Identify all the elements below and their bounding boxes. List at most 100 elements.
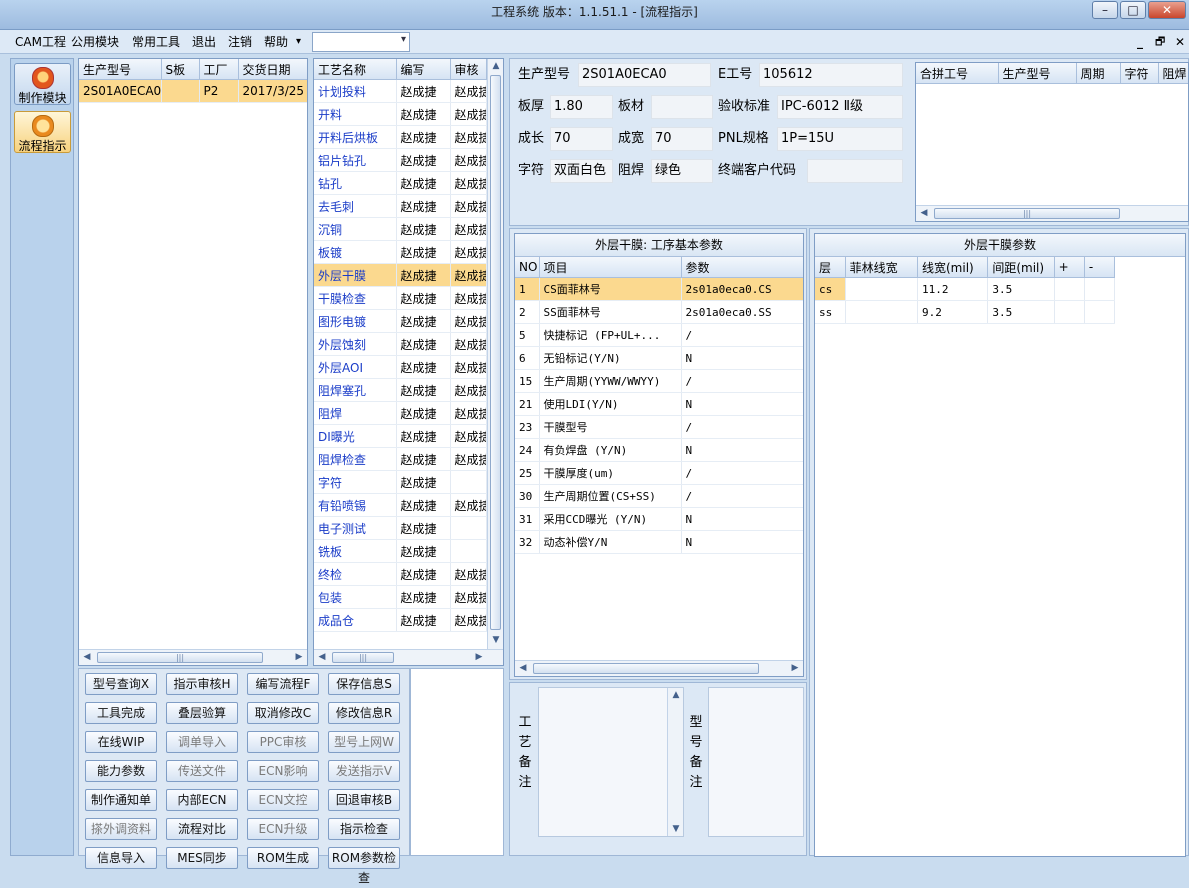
column-header[interactable]: 生产型号	[79, 59, 162, 80]
table-cell[interactable]: N	[681, 530, 803, 554]
scroll-right-icon[interactable]: ▶	[471, 650, 487, 664]
table-row[interactable]: 开料后烘板赵成捷赵成捷	[314, 125, 487, 149]
mdi-minimize-button[interactable]: _	[1134, 30, 1146, 54]
table-row[interactable]: ss 9.2 3.5	[815, 300, 1116, 324]
table-row[interactable]: 1 CS面菲林号 2s01a0eca0.CS	[515, 277, 803, 301]
scroll-down-icon[interactable]: ▼	[488, 633, 503, 647]
column-header[interactable]: +	[1054, 257, 1085, 278]
scroll-left-icon[interactable]: ◀	[314, 650, 330, 664]
action-button[interactable]: 信息导入	[85, 847, 157, 869]
column-header[interactable]: 项目	[539, 257, 682, 278]
table-cell[interactable]	[845, 277, 919, 301]
action-button[interactable]: ECN升级	[247, 818, 319, 840]
table-row[interactable]: 成品仓赵成捷赵成捷	[314, 608, 487, 632]
action-button[interactable]: ROM参数检查	[328, 847, 400, 885]
menu-exit[interactable]: 退出	[189, 30, 219, 54]
scroll-thumb[interactable]	[533, 663, 759, 674]
table-row[interactable]: 阻焊赵成捷赵成捷	[314, 401, 487, 425]
action-button[interactable]: ROM生成	[247, 847, 319, 869]
table-row[interactable]: 计划投料赵成捷赵成捷	[314, 79, 487, 103]
action-button[interactable]: PPC审核	[247, 731, 319, 753]
mdi-restore-button[interactable]: 🗗	[1152, 30, 1168, 54]
column-header[interactable]: 阻焊	[1158, 63, 1188, 84]
scroll-up-icon[interactable]: ▲	[488, 59, 503, 73]
table-row[interactable]: 2 SS面菲林号 2s01a0eca0.SS	[515, 300, 803, 324]
thickness-field[interactable]: 1.80	[550, 95, 613, 119]
table-row[interactable]: 外层干膜赵成捷赵成捷	[314, 263, 487, 287]
table-cell[interactable]: 2s01a0eca0.SS	[681, 300, 803, 324]
table-row[interactable]: 外层AOI赵成捷赵成捷	[314, 355, 487, 379]
table-row[interactable]: cs 11.2 3.5	[815, 277, 1116, 301]
action-button[interactable]: 叠层验算	[166, 702, 238, 724]
table-row[interactable]: 终检赵成捷赵成捷	[314, 562, 487, 586]
action-button[interactable]: 能力参数	[85, 760, 157, 782]
action-button[interactable]: 修改信息R	[328, 702, 400, 724]
nav-process-instruction[interactable]: 流程指示	[14, 111, 71, 153]
table-row[interactable]: 板镀赵成捷赵成捷	[314, 240, 487, 264]
table-cell[interactable]	[1084, 277, 1116, 301]
table-cell[interactable]: N	[681, 507, 803, 531]
menu-logout[interactable]: 注销	[225, 30, 255, 54]
table-row[interactable]: 字符 赵成捷	[314, 470, 487, 494]
table-row[interactable]: 30 生产周期位置(CS+SS) /	[515, 484, 803, 508]
scroll-left-icon[interactable]: ◀	[79, 650, 95, 664]
column-header[interactable]: -	[1084, 257, 1116, 278]
action-button[interactable]: 编写流程F	[247, 673, 319, 695]
column-header[interactable]: 审核	[450, 59, 487, 80]
table-row[interactable]: 6 无铅标记(Y/N) N	[515, 346, 803, 370]
table-row[interactable]: 开料赵成捷赵成捷	[314, 102, 487, 126]
table-row[interactable]: 24 有负焊盘 (Y/N) N	[515, 438, 803, 462]
action-button[interactable]: 传送文件	[166, 760, 238, 782]
table-row[interactable]: DI曝光赵成捷赵成捷	[314, 424, 487, 448]
scroll-thumb[interactable]: |||	[97, 652, 263, 663]
action-button[interactable]: 搽外调资料	[85, 818, 157, 840]
action-button[interactable]: 制作通知单	[85, 789, 157, 811]
table-row[interactable]: 有铅喷锡赵成捷赵成捷	[314, 493, 487, 517]
column-header[interactable]: 生产型号	[998, 63, 1077, 84]
minimize-button[interactable]: –	[1092, 1, 1118, 19]
combine-hscrollbar[interactable]: ◀ |||	[916, 205, 1188, 221]
column-header[interactable]: 层	[815, 257, 846, 278]
scroll-thumb[interactable]	[490, 75, 501, 630]
customer-code-field[interactable]	[807, 159, 903, 183]
table-cell[interactable]	[1084, 300, 1116, 324]
table-cell[interactable]	[845, 300, 919, 324]
close-button[interactable]: ✕	[1148, 1, 1186, 19]
scroll-thumb[interactable]: |||	[934, 208, 1120, 219]
table-cell[interactable]: /	[681, 323, 803, 347]
remark-vscrollbar[interactable]: ▲ ▼	[667, 688, 683, 836]
scroll-down-icon[interactable]: ▼	[668, 822, 684, 836]
table-cell[interactable]: /	[681, 461, 803, 485]
table-row[interactable]: 15 生产周期(YYWW/WWYY) /	[515, 369, 803, 393]
column-header[interactable]: 编写	[396, 59, 451, 80]
table-row[interactable]: 23 干膜型号 /	[515, 415, 803, 439]
table-row[interactable]: 图形电镀赵成捷赵成捷	[314, 309, 487, 333]
e-number-field[interactable]: 105612	[759, 63, 903, 87]
action-button[interactable]: 回退审核B	[328, 789, 400, 811]
table-cell[interactable]: N	[681, 392, 803, 416]
table-row[interactable]: 32 动态补偿Y/N N	[515, 530, 803, 554]
action-button[interactable]: 流程对比	[166, 818, 238, 840]
column-header[interactable]: 工艺名称	[314, 59, 397, 80]
nav-make-module[interactable]: 制作模块	[14, 63, 71, 105]
table-cell[interactable]: 2s01a0eca0.CS	[681, 277, 803, 301]
model-field[interactable]: 2S01A0ECA0	[578, 63, 711, 87]
table-row[interactable]: 包装赵成捷赵成捷	[314, 585, 487, 609]
action-button[interactable]: ECN影响	[247, 760, 319, 782]
scroll-right-icon[interactable]: ▶	[787, 661, 803, 675]
column-header[interactable]: S板	[161, 59, 200, 80]
table-row[interactable]: 25 干膜厚度(um) /	[515, 461, 803, 485]
material-field[interactable]	[651, 95, 713, 119]
process-remark-input[interactable]: ▲ ▼	[538, 687, 684, 837]
action-button[interactable]: 发送指示V	[328, 760, 400, 782]
table-row[interactable]: 外层蚀刻赵成捷赵成捷	[314, 332, 487, 356]
action-button[interactable]: 保存信息S	[328, 673, 400, 695]
column-header[interactable]: NO	[515, 257, 540, 278]
column-header[interactable]: 字符	[1120, 63, 1159, 84]
action-button[interactable]: 型号上网W	[328, 731, 400, 753]
action-button[interactable]: MES同步	[166, 847, 238, 869]
standard-field[interactable]: IPC-6012 Ⅱ级	[777, 95, 903, 119]
action-button[interactable]: 取消修改C	[247, 702, 319, 724]
scroll-thumb[interactable]: |||	[332, 652, 394, 663]
process-vscrollbar[interactable]: ▲ ▼	[487, 59, 503, 649]
